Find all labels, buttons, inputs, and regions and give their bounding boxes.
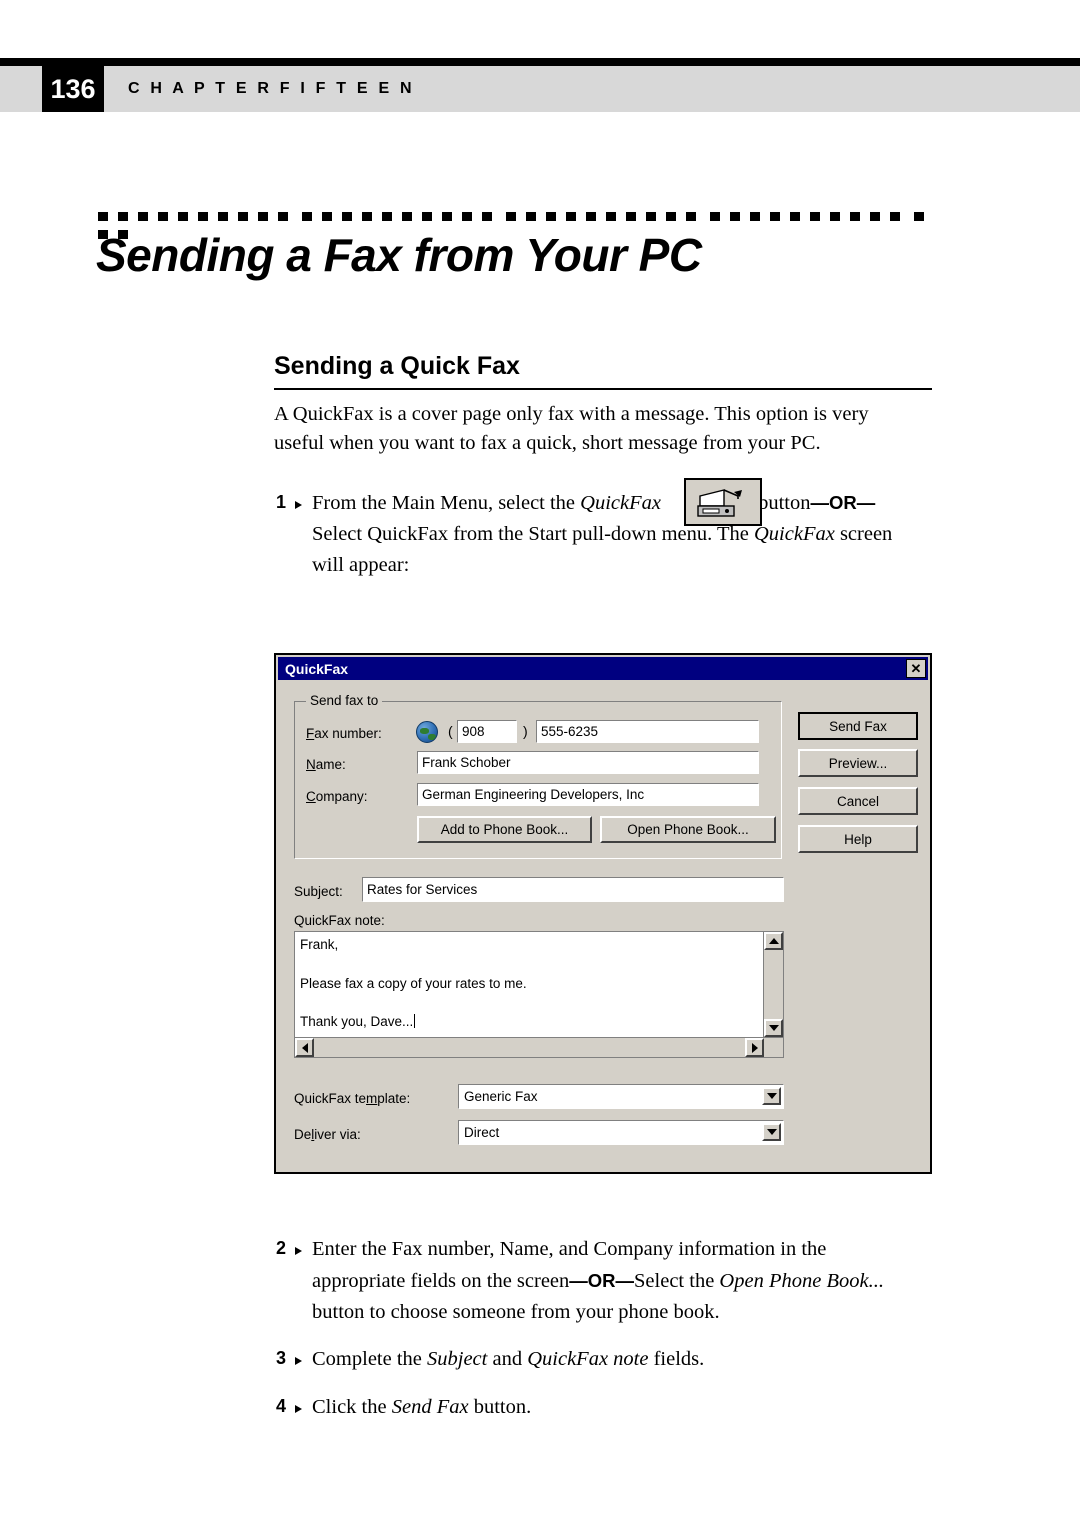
- chevron-right-icon: [751, 1042, 758, 1053]
- quickfax-note-label: QuickFax note:: [294, 913, 385, 928]
- header-rule: [0, 58, 1080, 66]
- chevron-down-icon: [768, 1025, 779, 1031]
- company-label: Company:: [306, 789, 368, 804]
- step-1-line1-a: From the Main Menu, select the: [312, 492, 581, 514]
- step-1-text: From the Main Menu, select the QuickFax …: [312, 487, 952, 581]
- globe-icon: [416, 721, 438, 743]
- note-line-2: Please fax a copy of your rates to me.: [300, 976, 527, 991]
- scroll-right-button[interactable]: [745, 1038, 764, 1057]
- open-phone-book-button[interactable]: Open Phone Book...: [600, 816, 776, 843]
- note-horizontal-scrollbar[interactable]: [294, 1037, 784, 1058]
- scroll-down-button[interactable]: [764, 1019, 783, 1037]
- step-3-text-b: and: [487, 1348, 528, 1370]
- scroll-left-button[interactable]: [295, 1038, 314, 1057]
- step-3-text: Complete the Subject and QuickFax note f…: [312, 1344, 962, 1375]
- deliver-via-label: Deliver via:: [294, 1127, 361, 1142]
- step-1-line2-italic: QuickFax: [754, 523, 835, 545]
- preview-button[interactable]: Preview...: [798, 749, 918, 777]
- section-rule: [274, 388, 932, 390]
- dialog-titlebar: QuickFax: [278, 657, 928, 680]
- template-dropdown-button[interactable]: [762, 1087, 781, 1105]
- step-4-number: 4: [276, 1396, 302, 1418]
- name-label: Name:: [306, 757, 346, 772]
- intro-paragraph: A QuickFax is a cover page only fax with…: [274, 400, 934, 458]
- chevron-left-icon: [301, 1042, 308, 1053]
- company-input[interactable]: German Engineering Developers, Inc: [417, 783, 759, 806]
- step-1-line3: will appear:: [312, 554, 410, 576]
- step-2-number: 2: [276, 1238, 302, 1260]
- cancel-button[interactable]: Cancel: [798, 787, 918, 815]
- subject-input[interactable]: Rates for Services: [362, 877, 784, 902]
- chevron-down-icon: [766, 1093, 777, 1099]
- step-2-line2-b: Select the: [634, 1270, 720, 1292]
- step-4-italic: Send Fax: [391, 1396, 469, 1418]
- page-title: Sending a Fax from Your PC: [96, 229, 702, 281]
- deliver-via-dropdown-button[interactable]: [762, 1123, 781, 1141]
- step-2-line2-italic: Open Phone Book...: [719, 1270, 884, 1292]
- section-heading: Sending a Quick Fax: [274, 352, 520, 380]
- quickfax-dialog: QuickFax ✕ Send fax to Fax number: ( 908…: [274, 653, 932, 1174]
- step-2-line2-a: appropriate fields on the screen: [312, 1270, 570, 1292]
- intro-line-2: useful when you want to fax a quick, sho…: [274, 432, 821, 454]
- quickfax-template-label: QuickFax template:: [294, 1091, 411, 1106]
- deliver-via-value: Direct: [464, 1125, 500, 1140]
- step-1-line1-or: —OR—: [810, 492, 876, 513]
- chevron-down-icon: [766, 1129, 777, 1135]
- step-2-line1: Enter the Fax number, Name, and Company …: [312, 1238, 827, 1260]
- deliver-via-select[interactable]: Direct: [458, 1120, 784, 1145]
- step-2-text: Enter the Fax number, Name, and Company …: [312, 1234, 962, 1328]
- decorative-dotted-rule: [98, 208, 948, 239]
- step-2-line3: button to choose someone from your phone…: [312, 1301, 720, 1323]
- quickfax-template-select[interactable]: Generic Fax: [458, 1084, 784, 1109]
- send-fax-to-group-label: Send fax to: [306, 693, 383, 708]
- note-line-3-text: Thank you, Dave...: [300, 1014, 414, 1029]
- step-3-text-a: Complete the: [312, 1348, 428, 1370]
- subject-label: Subject:: [294, 884, 343, 899]
- step-4-text: Click the Send Fax button.: [312, 1392, 962, 1423]
- step-1-line2-a: Select QuickFax from the Start pull-down…: [312, 523, 754, 545]
- quickfax-toolbar-button[interactable]: [684, 478, 762, 526]
- paren-open: (: [448, 723, 453, 739]
- page-header: 136 C H A P T E R F I F T E E N: [0, 58, 1080, 124]
- step-4-text-a: Click the: [312, 1396, 392, 1418]
- page-number: 136: [42, 66, 104, 112]
- add-to-phone-book-button[interactable]: Add to Phone Book...: [417, 816, 592, 843]
- fax-number-input[interactable]: 555-6235: [536, 720, 759, 743]
- step-4-text-b: button.: [468, 1396, 532, 1418]
- intro-line-1: A QuickFax is a cover page only fax with…: [274, 403, 869, 425]
- fax-machine-icon: [697, 489, 742, 517]
- scroll-up-button[interactable]: [764, 932, 783, 950]
- step-3-number: 3: [276, 1348, 302, 1370]
- step-2-line2-or: —OR—: [569, 1270, 635, 1291]
- close-icon[interactable]: ✕: [906, 659, 926, 678]
- name-input[interactable]: Frank Schober: [417, 751, 759, 774]
- step-1-line2-b: screen: [834, 523, 893, 545]
- paren-close: ): [523, 723, 528, 739]
- quickfax-template-value: Generic Fax: [464, 1089, 538, 1104]
- help-button[interactable]: Help: [798, 825, 918, 853]
- step-1-line1-b: button: [758, 492, 811, 514]
- note-line-3: Thank you, Dave...: [300, 1014, 416, 1029]
- step-3-italic-2: QuickFax note: [527, 1348, 649, 1370]
- step-3-italic-1: Subject: [427, 1348, 488, 1370]
- fax-number-label: Fax number:: [306, 726, 382, 741]
- area-code-input[interactable]: 908: [457, 720, 517, 743]
- note-line-1: Frank,: [300, 937, 339, 952]
- chevron-up-icon: [768, 938, 779, 944]
- chapter-label: C H A P T E R F I F T E E N: [128, 80, 415, 97]
- dialog-title-text: QuickFax: [285, 660, 349, 677]
- text-caret: [414, 1014, 416, 1028]
- note-vertical-scrollbar[interactable]: [763, 931, 784, 1038]
- step-3-text-c: fields.: [648, 1348, 705, 1370]
- step-1-line1-italic: QuickFax: [580, 492, 661, 514]
- step-1-number: 1: [276, 492, 302, 514]
- send-fax-button[interactable]: Send Fax: [798, 712, 918, 740]
